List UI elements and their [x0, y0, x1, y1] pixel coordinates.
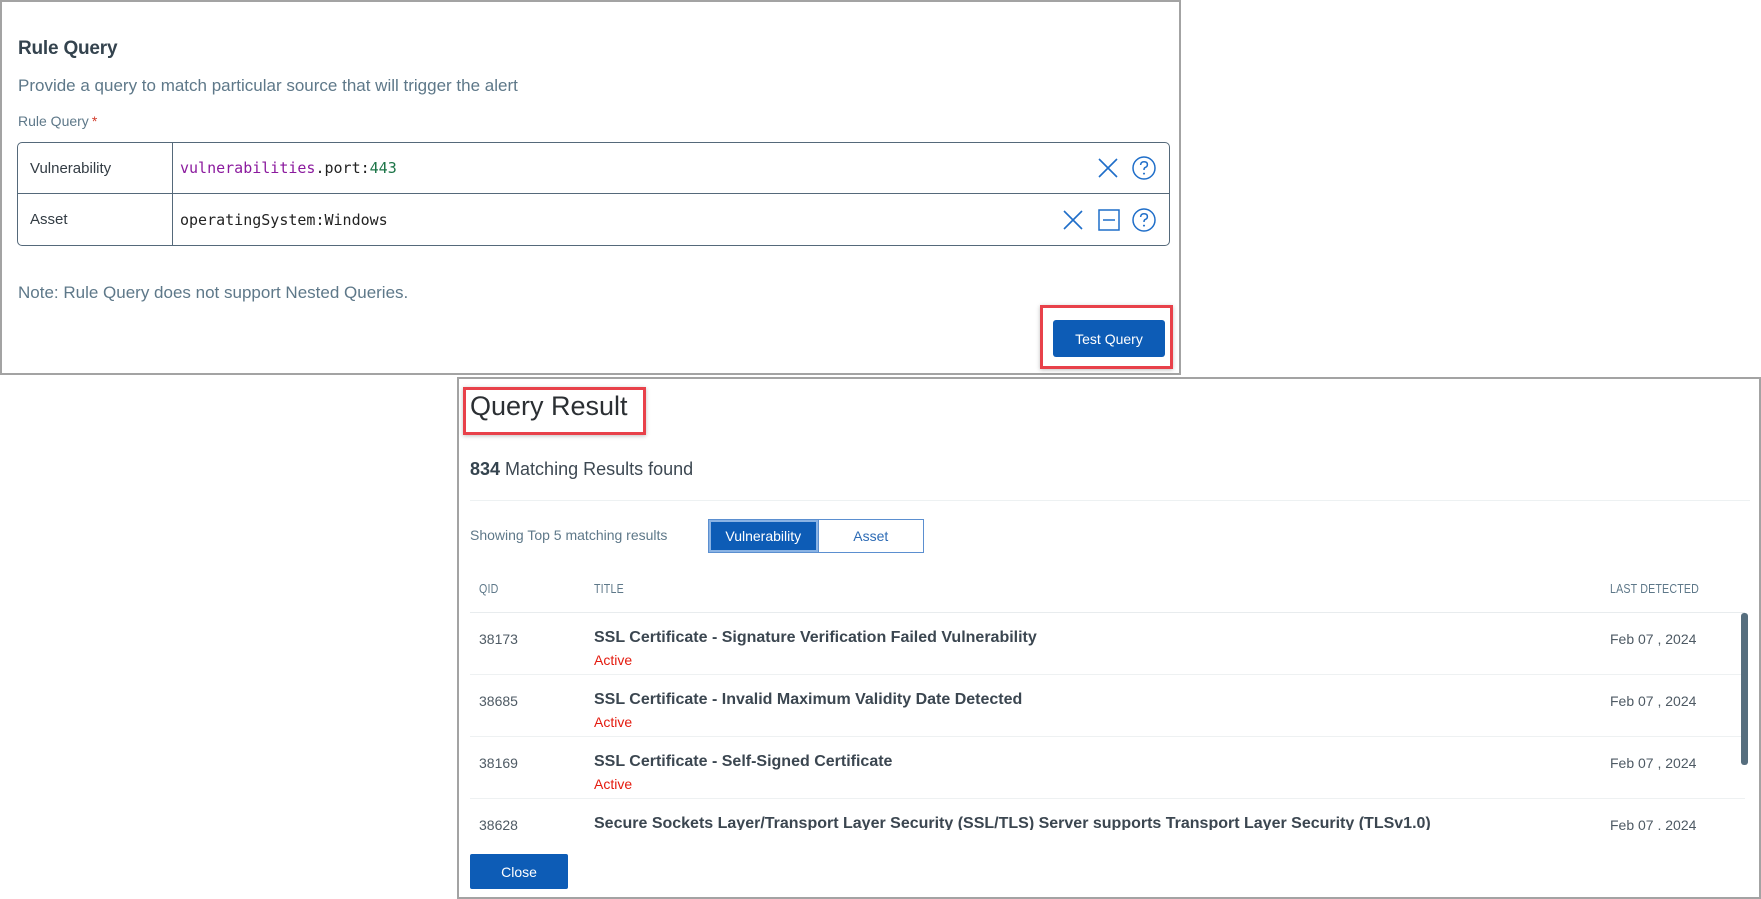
query-input-vulnerability[interactable]: vulnerabilities .port: 443	[180, 143, 397, 193]
row-qid: 38169	[479, 755, 518, 771]
close-icon[interactable]	[1060, 207, 1086, 233]
results-rows: 38173 SSL Certificate - Signature Verifi…	[470, 613, 1745, 830]
query-type-label[interactable]: Vulnerability	[18, 143, 173, 193]
tab-asset[interactable]: Asset	[817, 520, 923, 552]
result-count-number: 834	[470, 459, 501, 479]
row-last-detected: Feb 07 , 2024	[1610, 631, 1697, 647]
result-type-toggle: Vulnerability Asset	[708, 519, 924, 553]
column-header-qid[interactable]: QID	[479, 581, 498, 596]
matching-results-count: 834 Matching Results found	[470, 459, 693, 480]
query-token-plain: .port:	[315, 159, 370, 177]
query-result-title: Query Result	[470, 391, 628, 421]
column-header-last-detected[interactable]: Last Detected	[1610, 581, 1699, 596]
query-input-asset[interactable]: operatingSystem:Windows	[180, 194, 388, 245]
minus-square-icon[interactable]	[1096, 207, 1122, 233]
row-title: SSL Certificate - Self-Signed Certificat…	[594, 753, 893, 770]
table-row[interactable]: 38169 SSL Certificate - Self-Signed Cert…	[470, 737, 1745, 799]
row-title: SSL Certificate - Signature Verification…	[594, 629, 1037, 646]
row-qid: 38628	[479, 817, 518, 830]
table-row[interactable]: 38628 Secure Sockets Layer/Transport Lay…	[470, 799, 1745, 830]
required-indicator: *	[91, 113, 98, 129]
row-last-detected: Feb 07 , 2024	[1610, 817, 1697, 830]
close-button[interactable]: Close	[470, 854, 568, 889]
row-qid: 38685	[479, 693, 518, 709]
divider	[470, 500, 1750, 501]
row-qid: 38173	[479, 631, 518, 647]
row-status: Active	[594, 652, 633, 668]
row-status: Active	[594, 776, 633, 792]
table-row[interactable]: 38685 SSL Certificate - Invalid Maximum …	[470, 675, 1745, 737]
rule-query-panel: Rule Query Provide a query to match part…	[0, 0, 1181, 375]
tab-vulnerability[interactable]: Vulnerability	[709, 520, 818, 552]
help-icon[interactable]	[1131, 155, 1157, 181]
results-scrollbar[interactable]	[1741, 613, 1748, 765]
row-status: Active	[594, 714, 633, 730]
rule-query-field-label: Rule Query *	[18, 113, 97, 129]
rule-query-builder: Vulnerability vulnerabilities .port: 443 A…	[17, 142, 1170, 246]
table-row[interactable]: 38173 SSL Certificate - Signature Verifi…	[470, 613, 1745, 675]
rule-query-subtitle: Provide a query to match particular sour…	[18, 76, 518, 95]
showing-top-results-label: Showing Top 5 matching results	[470, 527, 668, 543]
query-type-label[interactable]: Asset	[18, 194, 173, 245]
row-last-detected: Feb 07 , 2024	[1610, 755, 1697, 771]
row-title: SSL Certificate - Invalid Maximum Validi…	[594, 691, 1023, 708]
row-title: Secure Sockets Layer/Transport Layer Sec…	[594, 815, 1431, 830]
column-header-title[interactable]: Title	[594, 581, 624, 596]
close-icon[interactable]	[1095, 155, 1121, 181]
field-label-text: Rule Query	[18, 113, 89, 129]
query-row-asset: Asset operatingSystem:Windows	[18, 194, 1169, 245]
rule-query-title: Rule Query	[18, 38, 118, 59]
query-token-plain: operatingSystem:Windows	[180, 210, 388, 229]
test-query-button[interactable]: Test Query	[1053, 320, 1165, 357]
query-token-key: vulnerabilities	[180, 159, 316, 177]
query-row-vulnerability: Vulnerability vulnerabilities .port: 443	[18, 143, 1169, 194]
rule-query-note: Note: Rule Query does not support Nested…	[18, 283, 409, 302]
result-count-label: Matching Results found	[500, 459, 694, 479]
query-token-number: 443	[369, 159, 397, 177]
row-last-detected: Feb 07 , 2024	[1610, 693, 1697, 709]
query-result-panel: Query Result 834 Matching Results found …	[457, 377, 1761, 899]
help-icon[interactable]	[1131, 207, 1157, 233]
